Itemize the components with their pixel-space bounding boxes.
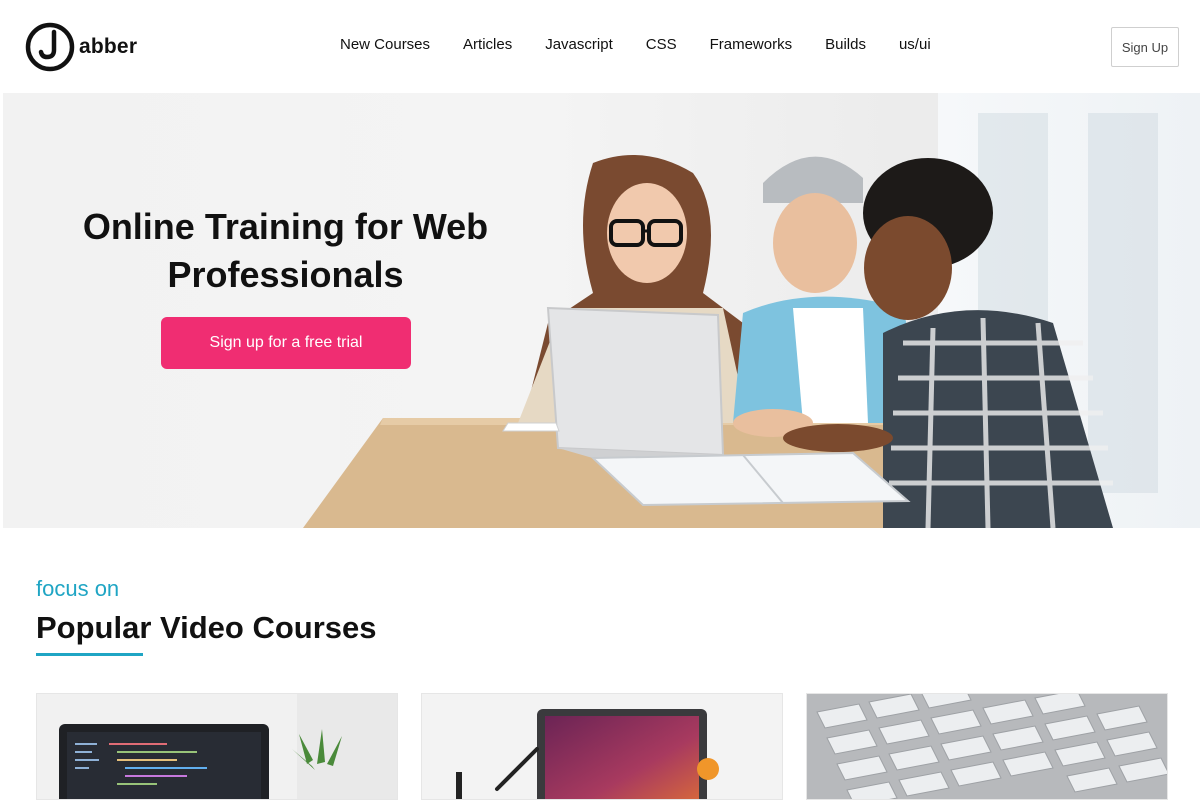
nav-item-javascript[interactable]: Javascript <box>545 36 613 53</box>
nav-item-frameworks[interactable]: Frameworks <box>710 36 793 53</box>
main-nav: New Courses Articles Javascript CSS Fram… <box>340 36 931 53</box>
hero-banner: Online Training for Web Professionals Si… <box>3 93 1200 528</box>
keyboard-closeup-image <box>807 694 1167 799</box>
brand-logo[interactable]: abber <box>25 22 137 72</box>
free-trial-button[interactable]: Sign up for a free trial <box>161 317 411 369</box>
nav-item-css[interactable]: CSS <box>646 36 677 53</box>
laptop-desk-image <box>422 694 782 799</box>
brand-name: abber <box>79 35 138 58</box>
section-kicker: focus on <box>36 576 120 601</box>
nav-item-builds[interactable]: Builds <box>825 36 866 53</box>
course-card[interactable] <box>421 693 783 800</box>
nav-item-articles[interactable]: Articles <box>463 36 512 53</box>
course-card[interactable] <box>36 693 398 800</box>
hero-people-image <box>303 155 1113 528</box>
j-circle-logo-icon <box>25 22 75 72</box>
section-title: Popular Video Courses <box>36 610 377 645</box>
nav-item-new-courses[interactable]: New Courses <box>340 36 430 53</box>
site-header: abber New Courses Articles Javascript CS… <box>0 0 1200 93</box>
course-card[interactable] <box>806 693 1168 800</box>
nav-item-us-ui[interactable]: us/ui <box>899 36 931 53</box>
section-underline <box>36 653 143 656</box>
laptop-code-editor-image <box>37 694 397 799</box>
signup-button[interactable]: Sign Up <box>1111 27 1179 67</box>
hero-title: Online Training for Web Professionals <box>82 206 489 295</box>
